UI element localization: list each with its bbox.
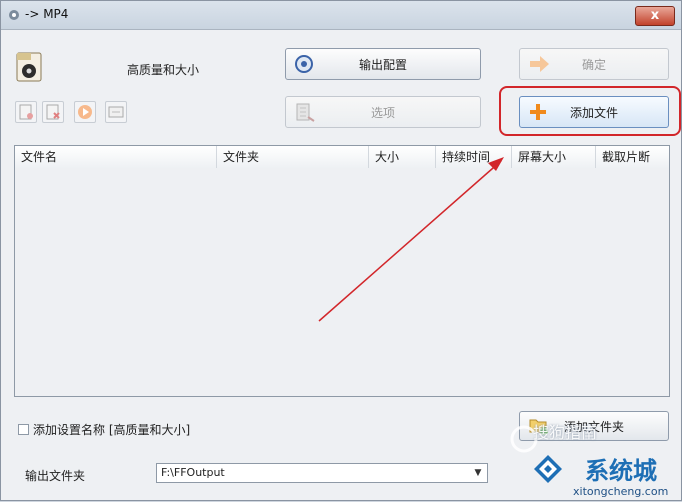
- play-tool[interactable]: [74, 101, 96, 123]
- output-folder-label: 输出文件夹: [25, 469, 86, 483]
- remove-icon: [46, 104, 60, 120]
- add-preset-name-checkbox[interactable]: [18, 424, 29, 435]
- mp4-format-icon: [16, 52, 42, 82]
- clear-list-tool[interactable]: [15, 101, 37, 123]
- output-config-button[interactable]: 输出配置: [285, 48, 481, 80]
- column-filename[interactable]: 文件名: [15, 146, 217, 168]
- confirm-button[interactable]: 确定: [519, 48, 669, 80]
- preset-label: 高质量和大小: [127, 63, 200, 77]
- add-preset-name-checkbox-row[interactable]: 添加设置名称 [高质量和大小]: [18, 421, 190, 438]
- title-bar: -> MP4 x: [1, 1, 681, 30]
- file-list-table[interactable]: 文件名 文件夹 大小 持续时间 屏幕大小 截取片断: [14, 145, 670, 397]
- watermark-brand: 系统城: [585, 457, 657, 485]
- column-duration[interactable]: 持续时间: [436, 146, 512, 168]
- output-folder-value: F:\FFOutput: [161, 466, 225, 479]
- column-folder[interactable]: 文件夹: [217, 146, 369, 168]
- window-title: -> MP4: [25, 7, 69, 21]
- close-button[interactable]: x: [635, 6, 675, 26]
- column-size[interactable]: 大小: [369, 146, 436, 168]
- confirm-label: 确定: [581, 57, 606, 72]
- highlight-annotation: [499, 86, 681, 136]
- converter-window: -> MP4 x 高质量和大小 输出配置 确定 选项 添加文件 文件名 文件夹 …: [0, 0, 682, 501]
- watermark-sogou: 搜狗指南: [533, 423, 598, 442]
- clear-list-icon: [19, 104, 33, 120]
- media-info-icon: [108, 106, 124, 118]
- play-icon: [78, 105, 92, 119]
- output-folder-select[interactable]: F:\FFOutput ▼: [156, 463, 488, 483]
- output-config-label: 输出配置: [358, 57, 407, 72]
- table-body[interactable]: [15, 168, 669, 396]
- info-tool[interactable]: [105, 101, 127, 123]
- watermark-site: xitongcheng.com: [573, 485, 669, 498]
- column-clip[interactable]: 截取片断: [596, 146, 669, 168]
- column-screen-size[interactable]: 屏幕大小: [512, 146, 596, 168]
- table-header: 文件名 文件夹 大小 持续时间 屏幕大小 截取片断: [15, 146, 669, 169]
- add-preset-name-label: 添加设置名称 [高质量和大小]: [33, 423, 191, 437]
- close-icon: x: [650, 8, 660, 23]
- options-button[interactable]: 选项: [285, 96, 481, 128]
- options-label: 选项: [370, 105, 395, 120]
- app-icon: [9, 10, 19, 20]
- chevron-down-icon: ▼: [474, 468, 482, 478]
- remove-tool[interactable]: [42, 101, 64, 123]
